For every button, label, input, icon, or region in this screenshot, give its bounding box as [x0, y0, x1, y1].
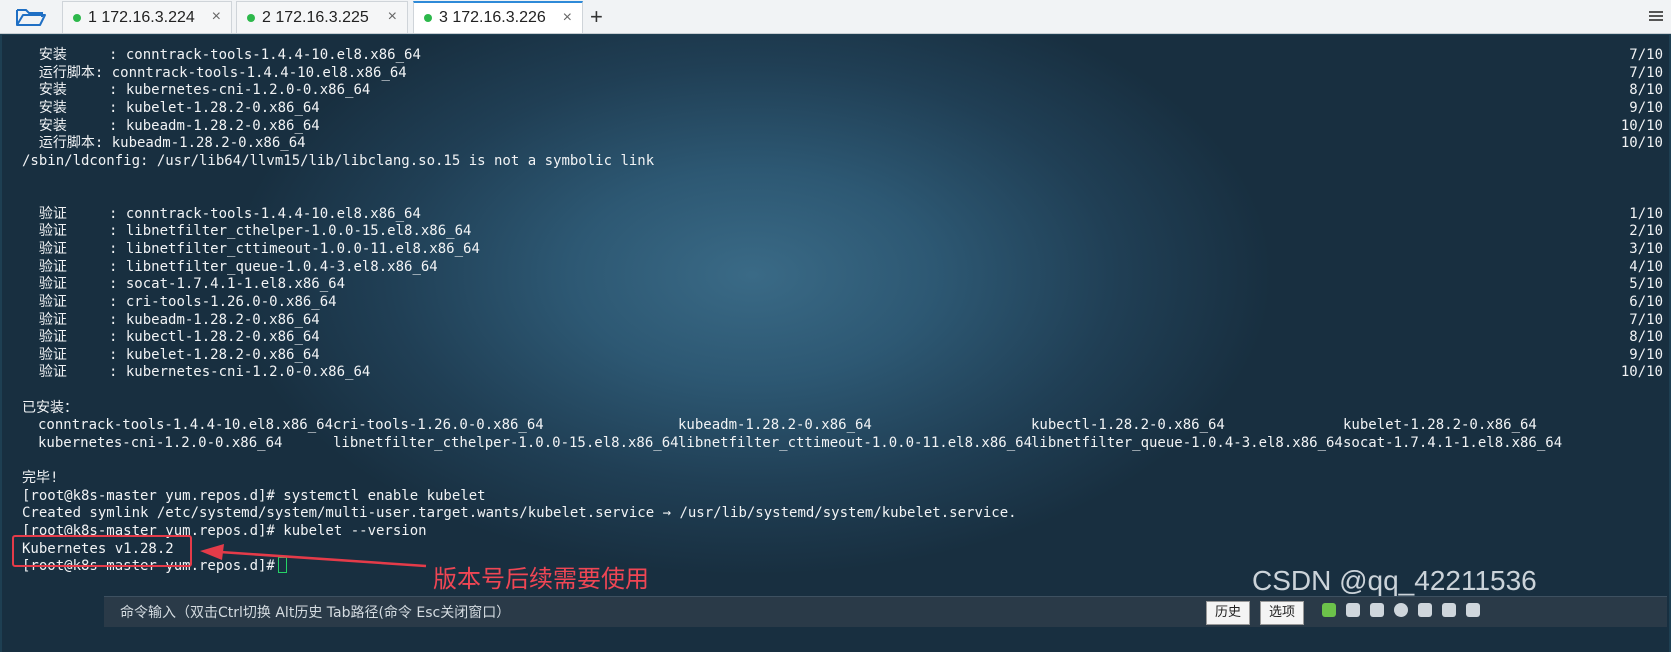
progress-count: 9/10	[1629, 100, 1663, 116]
symlink-output: Created symlink /etc/systemd/system/mult…	[22, 505, 1017, 521]
progress-count: 10/10	[1620, 364, 1663, 380]
install-line: 安装 : kubernetes-cni-1.2.0-0.x86_64	[22, 82, 371, 98]
progress-count: 7/10	[1629, 312, 1663, 328]
verify-line: 验证 : kubernetes-cni-1.2.0-0.x86_64	[22, 364, 371, 380]
installed-package: socat-1.7.4.1-1.el8.x86_64	[1343, 435, 1563, 451]
close-icon[interactable]: ×	[212, 8, 221, 26]
install-line: 安装 : kubeadm-1.28.2-0.x86_64	[22, 118, 320, 134]
tab-bar: 1 172.16.3.224 × 2 172.16.3.225 × 3 172.…	[0, 0, 1671, 34]
progress-count: 10/10	[1620, 135, 1663, 151]
tab-session-1[interactable]: 1 172.16.3.224 ×	[62, 1, 232, 33]
verify-line: 验证 : kubectl-1.28.2-0.x86_64	[22, 329, 320, 345]
verify-line: 验证 : libnetfilter_cthelper-1.0.0-15.el8.…	[22, 223, 472, 239]
options-button[interactable]: 选项	[1260, 601, 1305, 625]
connected-status-icon	[424, 14, 432, 22]
connected-status-icon	[247, 13, 255, 22]
annotation-text: 版本号后续需要使用	[433, 565, 649, 593]
verify-line: 验证 : socat-1.7.4.1-1.el8.x86_64	[22, 276, 346, 292]
progress-count: 10/10	[1620, 118, 1663, 134]
install-line: 安装 : kubelet-1.28.2-0.x86_64	[22, 100, 320, 116]
installed-package: conntrack-tools-1.4.4-10.el8.x86_64	[38, 417, 334, 433]
install-line: 运行脚本: kubeadm-1.28.2-0.x86_64	[22, 135, 306, 151]
folder-open-icon[interactable]	[14, 5, 48, 29]
progress-count: 6/10	[1629, 294, 1663, 310]
tab-session-3[interactable]: 3 172.16.3.226 ×	[413, 1, 583, 33]
annotation-arrow-icon	[200, 544, 427, 568]
progress-count: 8/10	[1629, 329, 1663, 345]
shell-prompt: [root@k8s-master yum.repos.d]# systemctl…	[22, 488, 486, 504]
verify-line: 验证 : libnetfilter_queue-1.0.4-3.el8.x86_…	[22, 259, 438, 275]
progress-count: 7/10	[1629, 47, 1663, 63]
watermark: CSDN @qq_42211536	[1252, 565, 1537, 596]
progress-count: 2/10	[1629, 223, 1663, 239]
gear-icon[interactable]	[1418, 603, 1432, 617]
installed-package: kubernetes-cni-1.2.0-0.x86_64	[38, 435, 283, 451]
progress-count: 4/10	[1629, 259, 1663, 275]
close-icon[interactable]: ×	[563, 9, 572, 27]
search-icon[interactable]	[1394, 603, 1408, 617]
tab-session-2[interactable]: 2 172.16.3.225 ×	[236, 1, 408, 33]
download-icon[interactable]	[1442, 603, 1456, 617]
command-input-bar[interactable]: 命令输入（双击Ctrl切换 Alt历史 Tab路径(命令 Esc关闭窗口） 历史…	[104, 596, 1667, 627]
progress-count: 7/10	[1629, 65, 1663, 81]
installed-package: libnetfilter_queue-1.0.4-3.el8.x86_64	[1031, 435, 1343, 451]
verify-line: 验证 : libnetfilter_cttimeout-1.0.0-11.el8…	[22, 241, 480, 257]
terminal-output[interactable]: 安装 : conntrack-tools-1.4.4-10.el8.x86_64…	[2, 35, 1669, 652]
close-icon[interactable]: ×	[388, 8, 397, 26]
tab-label: 2 172.16.3.225	[262, 8, 369, 26]
progress-count: 3/10	[1629, 241, 1663, 257]
verify-line: 验证 : kubeadm-1.28.2-0.x86_64	[22, 312, 320, 328]
installed-package: libnetfilter_cthelper-1.0.0-15.el8.x86_6…	[333, 435, 679, 451]
connected-status-icon	[73, 13, 81, 22]
verify-line: 验证 : kubelet-1.28.2-0.x86_64	[22, 347, 320, 363]
copy-icon[interactable]	[1346, 603, 1360, 617]
installed-package: cri-tools-1.26.0-0.x86_64	[333, 417, 544, 433]
history-button[interactable]: 历史	[1206, 601, 1251, 625]
file-icon[interactable]	[1370, 603, 1384, 617]
progress-count: 1/10	[1629, 206, 1663, 222]
installed-package: libnetfilter_cttimeout-1.0.0-11.el8.x86_…	[678, 435, 1033, 451]
add-tab-button[interactable]: +	[590, 4, 603, 30]
tab-label: 1 172.16.3.224	[88, 8, 195, 26]
installed-package: kubectl-1.28.2-0.x86_64	[1031, 417, 1225, 433]
verify-line: 验证 : conntrack-tools-1.4.4-10.el8.x86_64	[22, 206, 421, 222]
command-input-hint: 命令输入（双击Ctrl切换 Alt历史 Tab路径(命令 Esc关闭窗口）	[120, 605, 511, 621]
installed-header: 已安装：	[22, 400, 78, 416]
ldconfig-warning: /sbin/ldconfig: /usr/lib64/llvm15/lib/li…	[22, 153, 655, 169]
list-icon[interactable]	[1466, 603, 1480, 617]
installed-package: kubeadm-1.28.2-0.x86_64	[678, 417, 872, 433]
progress-count: 5/10	[1629, 276, 1663, 292]
tab-label: 3 172.16.3.226	[439, 9, 546, 26]
installed-package: kubelet-1.28.2-0.x86_64	[1343, 417, 1537, 433]
progress-count: 9/10	[1629, 347, 1663, 363]
progress-count: 8/10	[1629, 82, 1663, 98]
verify-line: 验证 : cri-tools-1.26.0-0.x86_64	[22, 294, 337, 310]
version-highlight-box	[12, 535, 192, 567]
lightning-icon[interactable]	[1322, 603, 1336, 617]
sidebar-collapse-icon[interactable]	[1648, 8, 1664, 24]
done-line: 完毕!	[22, 470, 59, 486]
install-line: 安装 : conntrack-tools-1.4.4-10.el8.x86_64	[22, 47, 421, 63]
install-line: 运行脚本: conntrack-tools-1.4.4-10.el8.x86_6…	[22, 65, 407, 81]
